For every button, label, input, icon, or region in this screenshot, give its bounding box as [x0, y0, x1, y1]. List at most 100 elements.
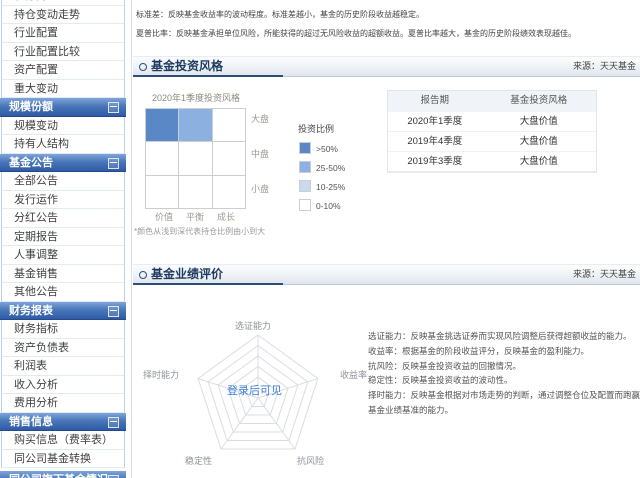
sidebar-item[interactable]: 收入分析 — [1, 375, 125, 394]
style-box-col-label: 价值 — [155, 212, 174, 222]
table-header-cell: 基金投资风格 — [510, 95, 568, 106]
source-label: 来源：天天基金 — [572, 269, 636, 279]
ability-description-line: 抗风险：反映基金投资收益的回撤情况。 — [368, 360, 522, 371]
style-box-col-label: 平衡 — [186, 212, 205, 222]
sidebar-item[interactable]: 持有人结构 — [1, 135, 125, 154]
sidebar-group-header[interactable]: 基金公告 — [0, 153, 126, 172]
radar-axis-label: 稳定性 — [185, 456, 213, 466]
sidebar-content-divider — [131, 0, 132, 478]
table-cell: 大盘价值 — [519, 116, 558, 127]
legend-item: 0-10% — [299, 199, 341, 211]
style-box-cell — [212, 109, 246, 143]
sidebar-item[interactable]: 行业配置 — [1, 24, 125, 43]
style-box-grid — [145, 108, 246, 209]
ability-descriptions: 选证能力：反映基金挑选证券而实现风险调整后获得超额收益的能力。 收益率：根据基金的… — [368, 329, 640, 418]
sidebar-item[interactable]: 定期报告 — [1, 227, 125, 246]
sidebar-item[interactable]: 资产配置 — [1, 61, 125, 80]
table-row: 2020年1季度 大盘价值 — [388, 112, 596, 132]
radar-axis-label: 选证能力 — [235, 321, 272, 331]
ability-description-line: 收益率：根据基金的阶段收益评分，反映基金的盈利能力。 — [368, 345, 590, 356]
sidebar-item[interactable]: 行业配置比较 — [1, 42, 125, 61]
section-divider-line — [283, 284, 640, 285]
style-box-row-label: 小盘 — [251, 184, 270, 194]
table-row: 2019年3季度 大盘价值 — [388, 152, 596, 171]
sidebar-group-label: 财务报表 — [9, 304, 53, 317]
collapse-icon[interactable] — [108, 157, 119, 169]
sidebar-item[interactable]: 持仓变动走势 — [1, 5, 125, 24]
sidebar-group-label: 同公司旗下基金情况 — [9, 474, 108, 478]
legend-swatch — [299, 142, 311, 154]
circle-outline-icon — [139, 63, 147, 71]
table-cell: 2020年1季度 — [407, 116, 463, 127]
collapse-icon[interactable] — [108, 305, 119, 317]
sidebar-item[interactable]: 利润表 — [1, 357, 125, 376]
ability-description-line: 稳定性：反映基金投资收益的波动性。 — [368, 375, 513, 386]
sidebar-group-header[interactable]: 同公司旗下基金情况 — [0, 471, 126, 478]
sidebar-group-label: 规模份额 — [9, 101, 53, 113]
section-title: 基金业绩评价 — [151, 267, 224, 281]
sidebar-item[interactable]: 规模变动 — [1, 116, 125, 135]
ability-description-line: 基金业绩基准的能力。 — [368, 404, 454, 415]
login-to-view-link[interactable]: 登录后可见 — [227, 382, 282, 398]
sidebar-item[interactable]: 发行运作 — [1, 190, 125, 209]
style-box-cell — [212, 175, 246, 209]
sidebar-group-header[interactable]: 财务报表 — [0, 301, 126, 320]
ability-description-line: 选证能力：反映基金挑选证券而实现风险调整后获得超额收益的能力。 — [368, 331, 632, 341]
section-title-underline — [133, 75, 283, 77]
sidebar-item[interactable]: 重大变动 — [1, 79, 125, 98]
style-box-cell — [179, 175, 213, 209]
section-divider-line — [283, 76, 640, 77]
legend-title: 投资比例 — [298, 124, 335, 134]
sidebar-item[interactable]: 财务指标 — [1, 320, 125, 339]
collapse-icon[interactable] — [108, 102, 119, 113]
legend-item: 25-50% — [299, 161, 346, 173]
style-box-row-label: 中盘 — [251, 149, 270, 159]
sidebar-item[interactable]: 基金销售 — [1, 264, 125, 283]
sidebar-item[interactable]: 人事调整 — [1, 246, 125, 265]
style-box-footnote: *颜色从浅到深代表持仓比例由小到大 — [134, 227, 266, 236]
table-header-cell: 报告期 — [420, 95, 450, 106]
style-box-cell — [179, 142, 213, 176]
style-history-table: 报告期 基金投资风格 2020年1季度 大盘价值 2019年4季度 大盘价值 2019年3季… — [387, 90, 597, 173]
legend-label: >50% — [316, 144, 338, 154]
source-label: 来源：天天基金 — [572, 61, 636, 71]
radar-axis-label: 择时能力 — [143, 370, 180, 380]
sidebar-item[interactable]: 资产负债表 — [1, 338, 125, 357]
legend-swatch — [299, 199, 311, 211]
section-header-performance-eval: 基金业绩评价 来源：天天基金 — [133, 264, 640, 284]
legend-swatch — [299, 161, 311, 173]
ability-description-line: 择时能力：反映基金根据对市场走势的判断，通过调整仓位及配置而跑赢 — [368, 390, 640, 401]
legend-label: 25-50% — [316, 163, 346, 173]
legend-label: 10-25% — [316, 182, 346, 192]
table-cell: 大盘价值 — [519, 136, 558, 147]
sidebar-item[interactable]: 同公司基金转换 — [1, 449, 125, 468]
main-content: 标准差：反映基金收益率的波动程度。标准差越小，基金的历史阶段收益越稳定。 夏普比… — [133, 0, 640, 478]
legend-item: 10-25% — [299, 180, 346, 192]
sharpe-ratio-note: 夏普比率：反映基金承担单位风险，所能获得的超过无风险收益的超额收益。夏普比率越大… — [136, 29, 576, 38]
sidebar: 债券持仓持仓变动走势行业配置行业配置比较资产配置重大变动规模份额规模变动持有人结… — [0, 0, 126, 478]
table-cell: 大盘价值 — [519, 156, 558, 167]
radar-axis-label: 抗风险 — [297, 456, 325, 466]
sidebar-group-label: 销售信息 — [9, 415, 53, 428]
style-box-title: 2020年1季度投资风格 — [152, 93, 241, 103]
style-box-cell — [146, 109, 180, 143]
style-box-row-label: 大盘 — [251, 114, 270, 124]
section-title-underline — [133, 283, 283, 285]
sidebar-item[interactable]: 分红公告 — [1, 209, 125, 228]
legend-swatch — [299, 180, 311, 192]
collapse-icon[interactable] — [108, 416, 119, 428]
style-box-cell — [146, 175, 180, 209]
radar-axis-label: 收益率 — [340, 370, 368, 380]
sidebar-group-header[interactable]: 销售信息 — [0, 412, 126, 431]
sidebar-group-header[interactable]: 规模份额 — [0, 98, 126, 117]
sidebar-item[interactable]: 购买信息（费率表） — [1, 431, 125, 450]
metric-explanations: 标准差：反映基金收益率的波动程度。标准差越小，基金的历史阶段收益越稳定。 夏普比… — [136, 5, 576, 43]
sidebar-item[interactable]: 费用分析 — [1, 394, 125, 413]
sidebar-item[interactable]: 其他公告 — [1, 283, 125, 302]
style-box-cell — [146, 142, 180, 176]
style-box-col-label: 成长 — [217, 212, 236, 222]
section-header-investment-style: 基金投资风格 来源：天天基金 — [133, 56, 640, 76]
circle-outline-icon — [139, 271, 147, 279]
sidebar-group-label: 基金公告 — [9, 156, 53, 169]
sidebar-item[interactable]: 全部公告 — [1, 172, 125, 191]
